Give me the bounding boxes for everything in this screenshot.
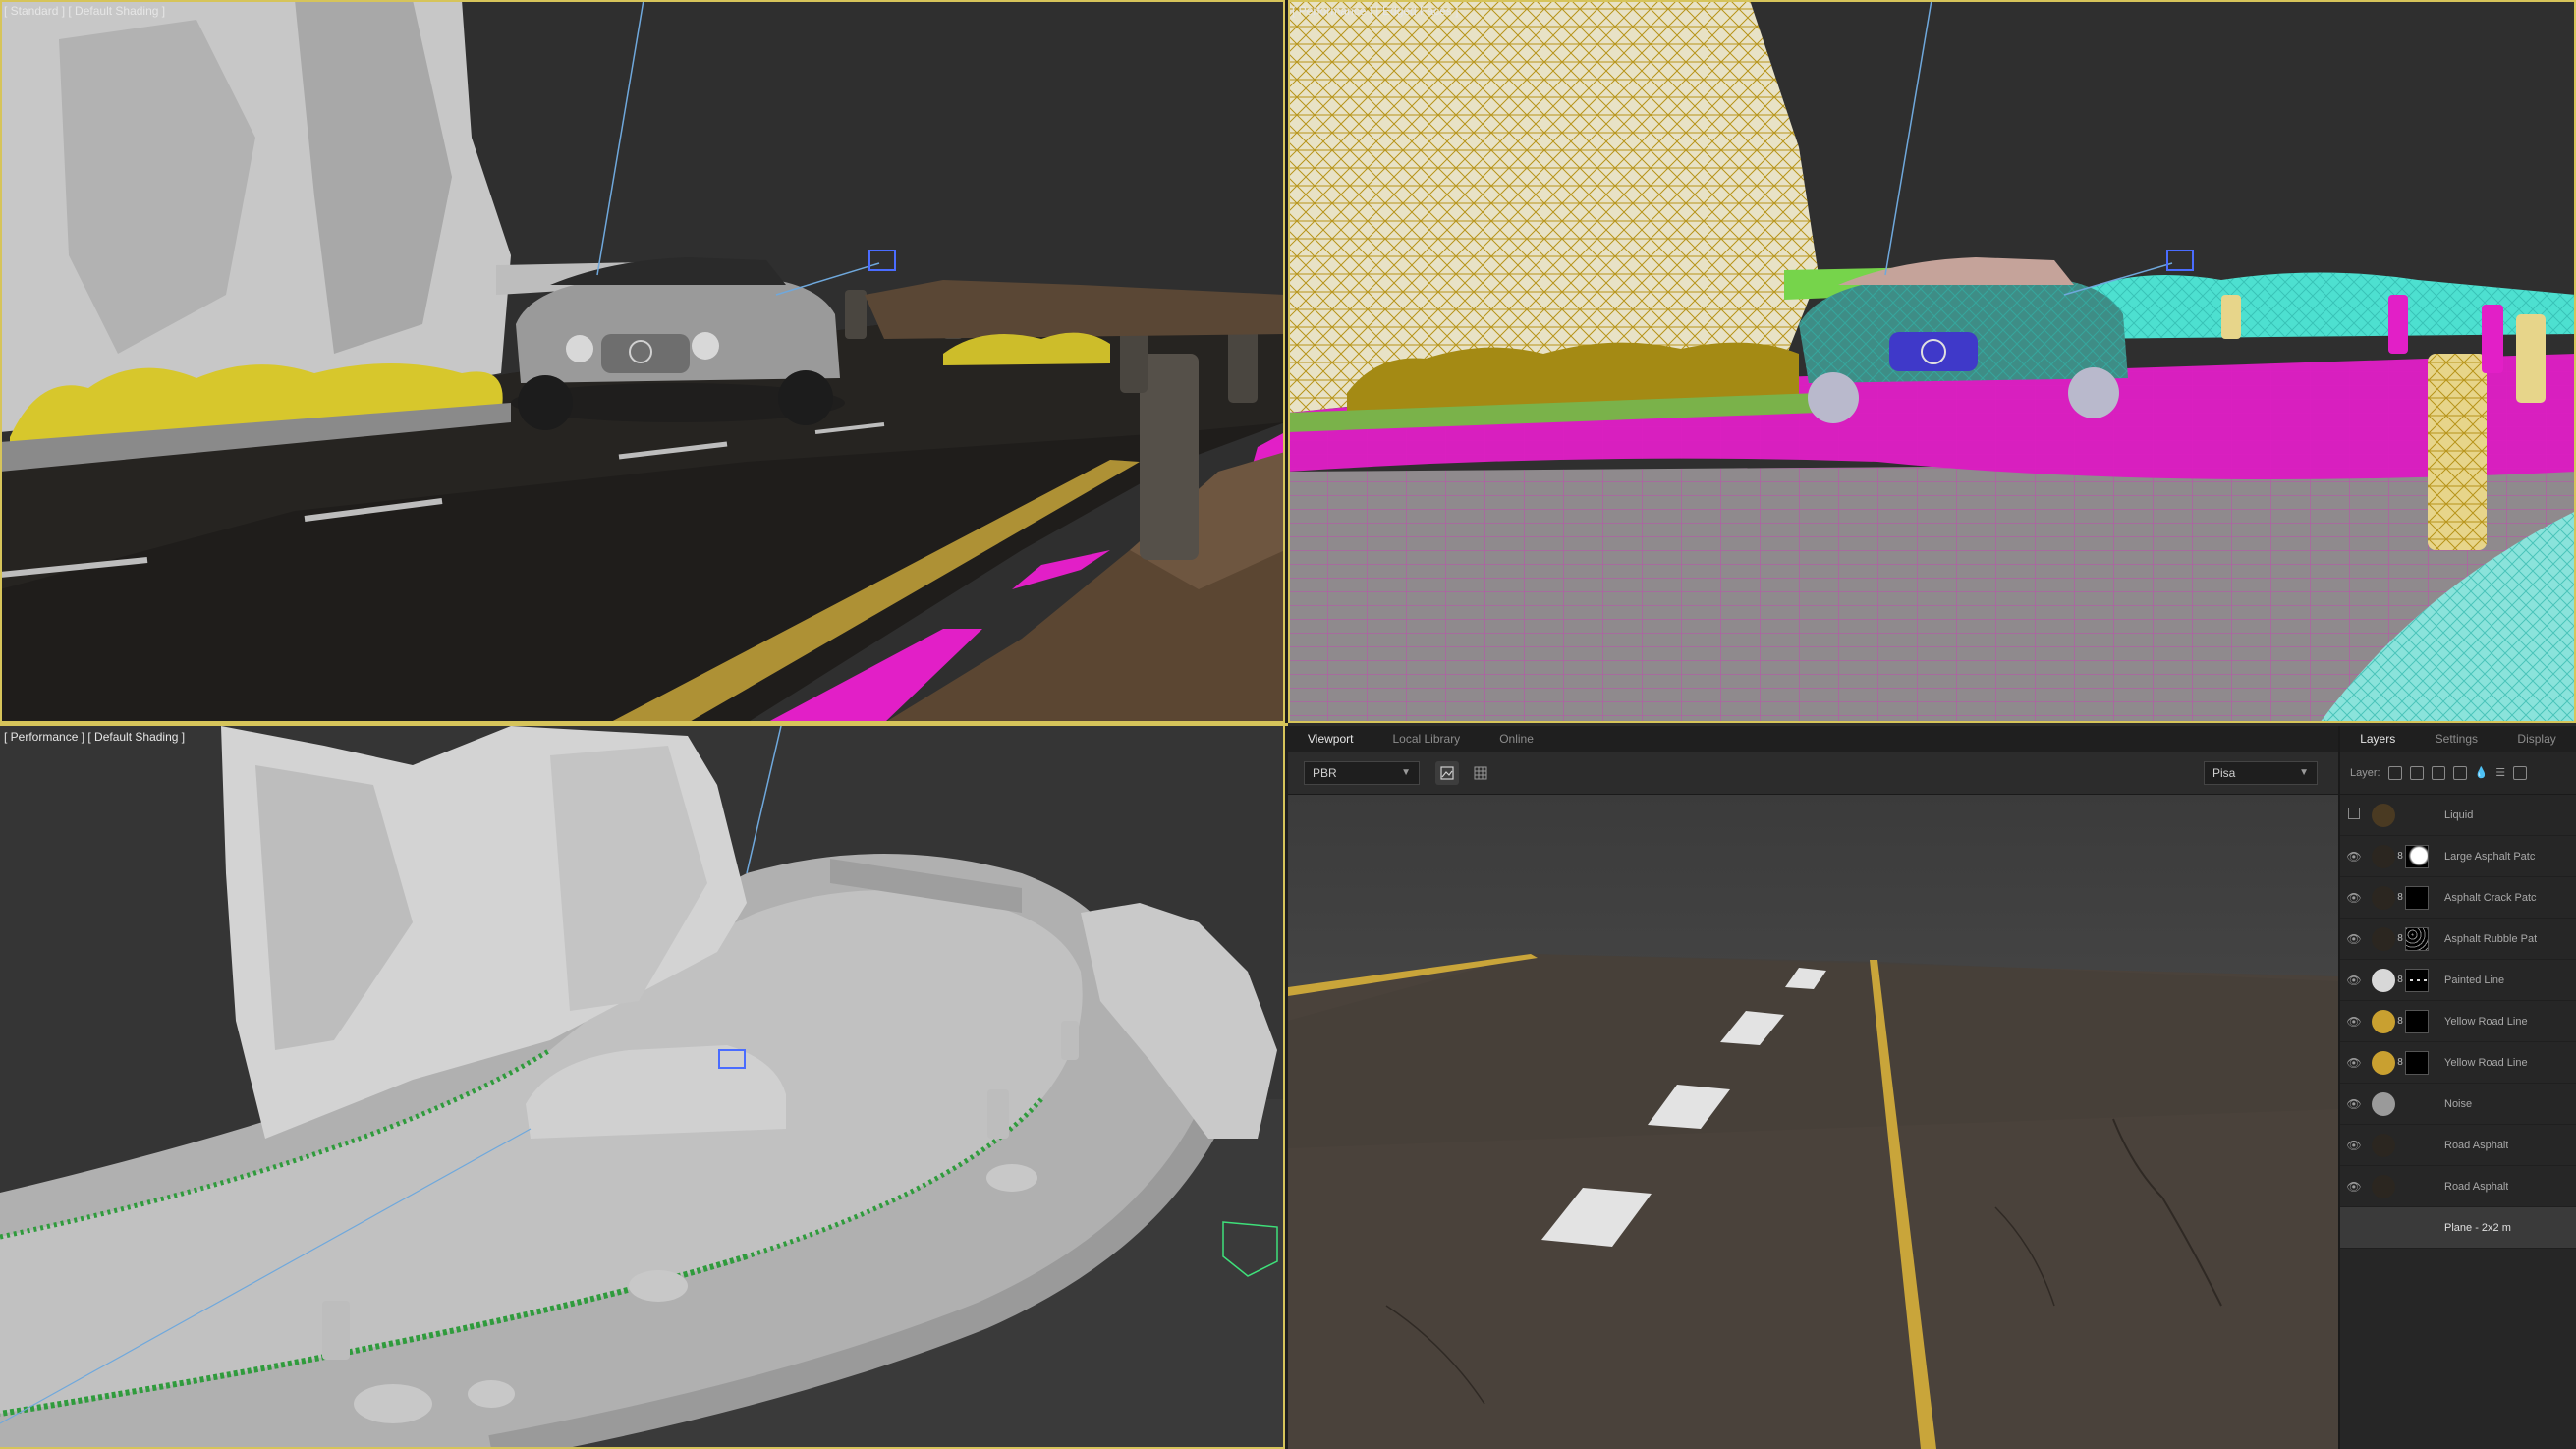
viewport-scene-standard-shading [0, 0, 1285, 723]
viewport-top-left[interactable]: [ Standard ] [ Default Shading ] [0, 0, 1285, 723]
visibility-eye-icon[interactable]: 👁 [2340, 974, 2368, 987]
layer-mask-thumbnail[interactable] [2405, 1009, 2429, 1033]
layer-thumbnail [2372, 1215, 2395, 1240]
layer-row[interactable]: Liquid [2340, 795, 2576, 836]
layer-row[interactable]: 👁 8 Painted Line [2340, 960, 2576, 1001]
chain-link-icon: 8 [2397, 1057, 2403, 1068]
visibility-eye-icon[interactable]: 👁 [2340, 850, 2368, 864]
layer-name: Liquid [2444, 808, 2474, 821]
tab-settings[interactable]: Settings [2436, 732, 2478, 746]
viewport-scene-edged-faces [1288, 0, 2576, 723]
tab-display[interactable]: Display [2517, 732, 2555, 746]
viewport-scene-perspective [0, 726, 1285, 1449]
layer-row[interactable]: 👁 8 Large Asphalt Patc [2340, 836, 2576, 877]
chain-link-icon: 8 [2397, 1016, 2403, 1027]
add-paint-layer-icon[interactable] [2409, 765, 2424, 780]
add-mask-icon[interactable] [2431, 765, 2445, 780]
layer-mask-thumbnail[interactable] [2405, 844, 2429, 868]
layer-row[interactable]: Plane - 2x2 m [2340, 1207, 2576, 1249]
environment-select-value: Pisa [2212, 766, 2236, 780]
texture-painter-panel: Viewport Local Library Online PBR ▼ Pisa… [1288, 726, 2576, 1449]
layer-thumbnail [2372, 844, 2395, 868]
layer-row[interactable]: 👁 8 Asphalt Rubble Pat [2340, 919, 2576, 960]
layers-toolbar: Layer: 💧 ☰ [2340, 752, 2576, 795]
layer-thumbnail [2372, 968, 2395, 992]
layer-thumbnail [2372, 1133, 2395, 1157]
layers-panel: Layers Settings Display Layer: 💧 ☰ Liqui… [2338, 726, 2576, 1449]
layer-name: Road Asphalt [2444, 1139, 2509, 1151]
layer-thumbnail [2372, 1091, 2395, 1116]
layer-name: Yellow Road Line [2444, 1056, 2528, 1069]
shader-select[interactable]: PBR ▼ [1304, 761, 1420, 785]
painter-toolbar: PBR ▼ Pisa ▼ [1288, 752, 2338, 795]
grid-icon [1474, 766, 1487, 780]
drop-icon[interactable]: 💧 [2475, 766, 2489, 779]
layer-row[interactable]: 👁 8 Yellow Road Line [2340, 1001, 2576, 1042]
chevron-down-icon: ▼ [2299, 767, 2309, 778]
visibility-eye-icon[interactable]: 👁 [2340, 891, 2368, 905]
chain-link-icon: 8 [2397, 933, 2403, 944]
layer-list: Liquid 👁 8 Large Asphalt Patc 👁 8 Asphalt Crac… [2340, 795, 2576, 1249]
layer-row[interactable]: 👁 8 Asphalt Crack Patc [2340, 877, 2576, 919]
tab-online[interactable]: Online [1499, 732, 1534, 746]
layer-name: Plane - 2x2 m [2444, 1221, 2511, 1234]
layer-name: Road Asphalt [2444, 1180, 2509, 1193]
environment-select[interactable]: Pisa ▼ [2204, 761, 2318, 785]
folder-icon[interactable]: ☰ [2495, 766, 2505, 779]
painter-tab-bar: Viewport Local Library Online [1288, 726, 2338, 752]
visibility-eye-icon[interactable]: 👁 [2340, 932, 2368, 946]
layer-name: Yellow Road Line [2444, 1015, 2528, 1028]
layer-name: Large Asphalt Patc [2444, 850, 2536, 863]
layer-thumbnail [2372, 803, 2395, 827]
viewport-label[interactable]: [ Performance ] [ Edged Faces ] [1292, 4, 1458, 18]
tab-local-library[interactable]: Local Library [1392, 732, 1460, 746]
delete-layer-icon[interactable] [2513, 765, 2528, 780]
layer-thumbnail [2372, 926, 2395, 951]
layer-row[interactable]: 👁 8 Yellow Road Line [2340, 1042, 2576, 1084]
visibility-checkbox[interactable] [2340, 808, 2368, 822]
chain-link-icon: 8 [2397, 975, 2403, 985]
layer-name: Asphalt Crack Patc [2444, 891, 2537, 904]
layer-mask-thumbnail[interactable] [2405, 1050, 2429, 1075]
layer-name: Noise [2444, 1097, 2473, 1110]
viewport-label[interactable]: [ Performance ] [ Default Shading ] [4, 730, 185, 744]
visibility-eye-icon[interactable]: 👁 [2340, 1139, 2368, 1152]
tab-viewport[interactable]: Viewport [1308, 732, 1353, 746]
layer-row[interactable]: 👁 Noise [2340, 1084, 2576, 1125]
viewport-label[interactable]: [ Standard ] [ Default Shading ] [4, 4, 165, 18]
viewport-bottom-left[interactable]: [ Performance ] [ Default Shading ] [0, 726, 1285, 1449]
layer-mask-thumbnail[interactable] [2405, 885, 2429, 910]
layer-toolbar-label: Layer: [2350, 766, 2380, 779]
painter-3d-canvas[interactable] [1288, 795, 2338, 1449]
shader-select-value: PBR [1313, 766, 1337, 780]
layer-name: Asphalt Rubble Pat [2444, 932, 2538, 945]
layer-thumbnail [2372, 1174, 2395, 1198]
visibility-eye-icon[interactable]: 👁 [2340, 1180, 2368, 1194]
visibility-eye-icon[interactable]: 👁 [2340, 1056, 2368, 1070]
tab-layers[interactable]: Layers [2360, 732, 2395, 746]
layer-row[interactable]: 👁 Road Asphalt [2340, 1125, 2576, 1166]
layers-panel-tabs: Layers Settings Display [2340, 726, 2576, 752]
render-view-button[interactable] [1435, 761, 1459, 785]
layer-name: Painted Line [2444, 974, 2505, 986]
layer-row[interactable]: 👁 Road Asphalt [2340, 1166, 2576, 1207]
layer-mask-thumbnail[interactable] [2405, 968, 2429, 992]
image-icon [1440, 766, 1454, 780]
chevron-down-icon: ▼ [1401, 767, 1411, 778]
layer-thumbnail [2372, 1009, 2395, 1033]
visibility-eye-icon[interactable]: 👁 [2340, 1097, 2368, 1111]
chain-link-icon: 8 [2397, 851, 2403, 862]
viewport-top-right[interactable]: [ Performance ] [ Edged Faces ] [1288, 0, 2576, 723]
layer-mask-thumbnail[interactable] [2405, 926, 2429, 951]
chain-link-icon: 8 [2397, 892, 2403, 903]
layer-thumbnail [2372, 885, 2395, 910]
layer-thumbnail [2372, 1050, 2395, 1075]
add-fill-layer-icon[interactable] [2387, 765, 2402, 780]
visibility-eye-icon[interactable]: 👁 [2340, 1015, 2368, 1029]
add-effect-icon[interactable] [2452, 765, 2467, 780]
uv-grid-button[interactable] [1469, 761, 1492, 785]
